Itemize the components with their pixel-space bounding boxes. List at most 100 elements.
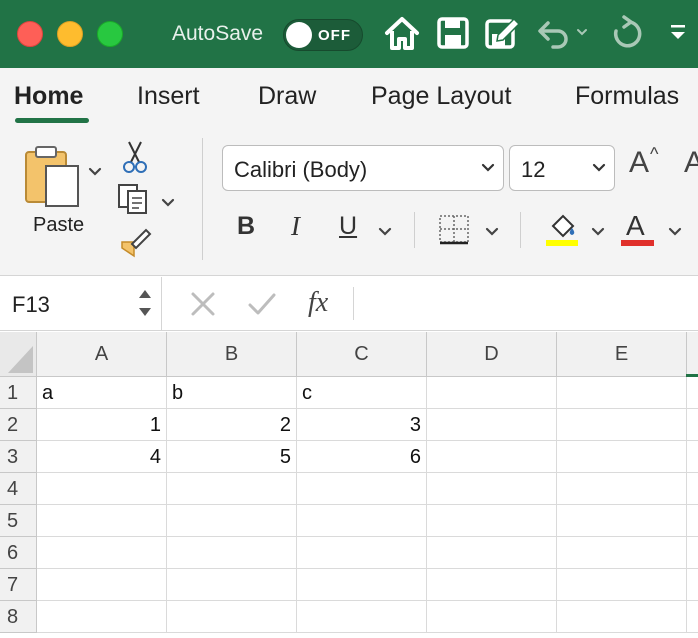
cell-f4[interactable]: [687, 473, 698, 505]
autosave-toggle[interactable]: OFF: [283, 19, 363, 51]
font-color-button[interactable]: A: [621, 208, 657, 248]
select-all-corner[interactable]: [0, 332, 37, 377]
column-header-f[interactable]: [687, 332, 698, 377]
row-header-3[interactable]: 3: [0, 441, 37, 473]
cell-e6[interactable]: [557, 537, 687, 569]
font-color-chevron-icon[interactable]: [668, 224, 682, 242]
cell-d4[interactable]: [427, 473, 557, 505]
cell-d7[interactable]: [427, 569, 557, 601]
cell-a5[interactable]: [37, 505, 167, 537]
enter-check-icon[interactable]: [246, 289, 278, 324]
cell-a1[interactable]: a: [37, 377, 167, 409]
cell-a7[interactable]: [37, 569, 167, 601]
row-header-8[interactable]: 8: [0, 601, 37, 633]
customize-toolbar-icon[interactable]: [668, 14, 688, 54]
close-window-button[interactable]: [17, 21, 43, 47]
row-header-7[interactable]: 7: [0, 569, 37, 601]
cell-e4[interactable]: [557, 473, 687, 505]
cell-f2[interactable]: [687, 409, 698, 441]
cell-e7[interactable]: [557, 569, 687, 601]
font-name-select[interactable]: Calibri (Body): [222, 145, 504, 191]
cell-f7[interactable]: [687, 569, 698, 601]
cell-e3[interactable]: [557, 441, 687, 473]
cell-b6[interactable]: [167, 537, 297, 569]
underline-button[interactable]: U: [339, 212, 357, 241]
name-box-stepper-icon[interactable]: [136, 284, 154, 327]
borders-icon[interactable]: [438, 214, 472, 251]
cell-c8[interactable]: [297, 601, 427, 633]
cell-d8[interactable]: [427, 601, 557, 633]
cancel-icon[interactable]: [188, 289, 218, 324]
cell-c6[interactable]: [297, 537, 427, 569]
fill-color-chevron-icon[interactable]: [591, 224, 605, 242]
column-header-b[interactable]: B: [167, 332, 297, 377]
format-painter-icon[interactable]: [118, 226, 154, 263]
bold-button[interactable]: B: [237, 212, 255, 241]
undo-icon[interactable]: [536, 14, 588, 54]
row-header-2[interactable]: 2: [0, 409, 37, 441]
cell-a8[interactable]: [37, 601, 167, 633]
save-icon[interactable]: [436, 14, 470, 54]
cell-c7[interactable]: [297, 569, 427, 601]
cell-a2[interactable]: 1: [37, 409, 167, 441]
font-size-select[interactable]: 12: [509, 145, 615, 191]
row-header-5[interactable]: 5: [0, 505, 37, 537]
cell-d3[interactable]: [427, 441, 557, 473]
tab-formulas[interactable]: Formulas: [575, 82, 679, 111]
cell-c1[interactable]: c: [297, 377, 427, 409]
cell-b5[interactable]: [167, 505, 297, 537]
cell-f3[interactable]: [687, 441, 698, 473]
fill-color-icon[interactable]: [545, 212, 579, 253]
column-header-a[interactable]: A: [37, 332, 167, 377]
copy-options-chevron-icon[interactable]: [161, 195, 175, 213]
paste-options-chevron-icon[interactable]: [88, 164, 102, 182]
column-header-e[interactable]: E: [557, 332, 687, 377]
home-icon[interactable]: [384, 14, 420, 54]
cell-f5[interactable]: [687, 505, 698, 537]
tab-home[interactable]: Home: [14, 82, 83, 111]
cell-c3[interactable]: 6: [297, 441, 427, 473]
cell-f6[interactable]: [687, 537, 698, 569]
cell-b7[interactable]: [167, 569, 297, 601]
paste-button[interactable]: [24, 144, 82, 213]
cell-d6[interactable]: [427, 537, 557, 569]
row-header-1[interactable]: 1: [0, 377, 37, 409]
italic-button[interactable]: I: [291, 211, 300, 242]
cell-c4[interactable]: [297, 473, 427, 505]
row-header-6[interactable]: 6: [0, 537, 37, 569]
cell-d1[interactable]: [427, 377, 557, 409]
cell-e1[interactable]: [557, 377, 687, 409]
cell-b2[interactable]: 2: [167, 409, 297, 441]
cell-f8[interactable]: [687, 601, 698, 633]
row-header-4[interactable]: 4: [0, 473, 37, 505]
tab-draw[interactable]: Draw: [258, 82, 316, 111]
cell-e2[interactable]: [557, 409, 687, 441]
cell-b8[interactable]: [167, 601, 297, 633]
tab-page-layout[interactable]: Page Layout: [371, 82, 511, 111]
tab-insert[interactable]: Insert: [137, 82, 200, 111]
cell-d5[interactable]: [427, 505, 557, 537]
cell-b4[interactable]: [167, 473, 297, 505]
minimize-window-button[interactable]: [57, 21, 83, 47]
cell-a6[interactable]: [37, 537, 167, 569]
cell-e8[interactable]: [557, 601, 687, 633]
column-header-d[interactable]: D: [427, 332, 557, 377]
decrease-font-size-button[interactable]: A: [684, 146, 698, 180]
name-box[interactable]: F13: [0, 277, 162, 330]
cell-f1[interactable]: [687, 377, 698, 409]
insert-function-button[interactable]: fx: [308, 287, 328, 319]
borders-options-chevron-icon[interactable]: [485, 224, 499, 242]
increase-font-size-button[interactable]: A: [629, 146, 649, 180]
formula-input[interactable]: [356, 277, 698, 330]
cell-c2[interactable]: 3: [297, 409, 427, 441]
edit-save-icon[interactable]: [484, 14, 522, 54]
column-header-c[interactable]: C: [297, 332, 427, 377]
cut-scissors-icon[interactable]: [121, 140, 149, 179]
cell-a3[interactable]: 4: [37, 441, 167, 473]
cell-b1[interactable]: b: [167, 377, 297, 409]
cell-a4[interactable]: [37, 473, 167, 505]
copy-icon[interactable]: [117, 182, 153, 221]
underline-options-chevron-icon[interactable]: [378, 224, 392, 242]
cell-d2[interactable]: [427, 409, 557, 441]
redo-icon[interactable]: [608, 14, 646, 54]
